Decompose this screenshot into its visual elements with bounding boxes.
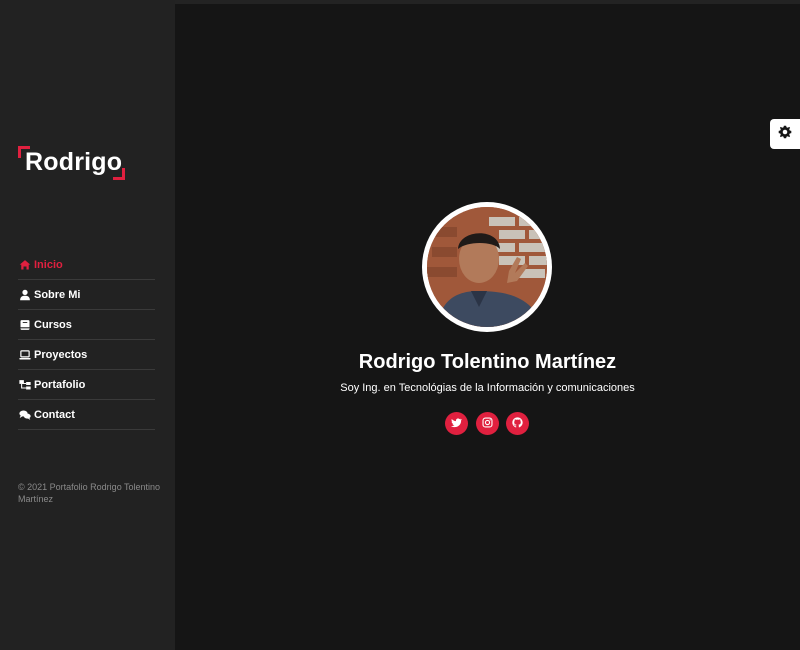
settings-button[interactable] <box>770 119 800 149</box>
sidebar: Rodrigo Inicio Sobre Mi Cursos Proyectos… <box>0 0 175 650</box>
nav-item-sobre-mi[interactable]: Sobre Mi <box>18 280 155 310</box>
hero-name: Rodrigo Tolentino Martínez <box>358 351 617 373</box>
twitter-link[interactable] <box>445 412 468 435</box>
nav-item-cursos[interactable]: Cursos <box>18 310 155 340</box>
nav-item-label: Sobre Mi <box>34 288 81 301</box>
brand-logo[interactable]: Rodrigo <box>18 146 125 180</box>
nav-item-inicio[interactable]: Inicio <box>18 250 155 280</box>
user-icon <box>18 289 31 301</box>
github-icon <box>512 415 523 433</box>
nav-item-label: Portafolio <box>34 378 86 391</box>
nav-item-proyectos[interactable]: Proyectos <box>18 340 155 370</box>
nav-item-contact[interactable]: Contact <box>18 400 155 430</box>
brand-name: Rodrigo <box>25 148 123 176</box>
nav-item-label: Contact <box>34 408 75 421</box>
profile-avatar <box>422 202 552 332</box>
gear-icon <box>778 125 792 144</box>
profile-photo <box>427 207 547 327</box>
github-link[interactable] <box>506 412 529 435</box>
logo-corner-bottom-right <box>113 168 125 180</box>
instagram-link[interactable] <box>476 412 499 435</box>
nav-item-portafolio[interactable]: Portafolio <box>18 370 155 400</box>
nav-item-label: Cursos <box>34 318 72 331</box>
sidebar-footer: © 2021 Portafolio Rodrigo Tolentino Mart… <box>18 482 161 504</box>
hero-subtitle: Soy Ing. en Tecnológias de la Informació… <box>340 382 635 394</box>
page: Rodrigo Inicio Sobre Mi Cursos Proyectos… <box>0 0 800 650</box>
book-icon <box>18 319 31 331</box>
nav-item-label: Inicio <box>34 258 63 271</box>
social-links <box>445 412 531 436</box>
instagram-icon <box>482 415 493 433</box>
home-icon <box>18 259 31 271</box>
sitemap-icon <box>18 379 31 391</box>
laptop-icon <box>18 349 31 361</box>
sidebar-nav: Inicio Sobre Mi Cursos Proyectos Portafo… <box>18 250 155 430</box>
nav-item-label: Proyectos <box>34 348 88 361</box>
twitter-icon <box>451 415 462 433</box>
comments-icon <box>18 409 31 421</box>
